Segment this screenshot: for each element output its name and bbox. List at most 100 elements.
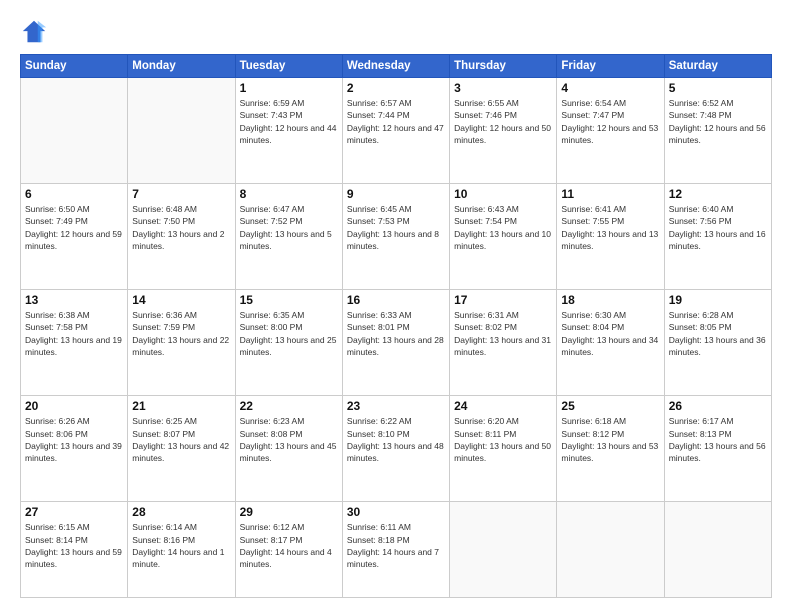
day-number: 23 — [347, 399, 445, 413]
sunset-text: Sunset: 8:04 PM — [561, 321, 659, 333]
day-info: Sunrise: 6:31 AMSunset: 8:02 PMDaylight:… — [454, 309, 552, 358]
calendar-day-cell — [557, 502, 664, 598]
day-info: Sunrise: 6:35 AMSunset: 8:00 PMDaylight:… — [240, 309, 338, 358]
calendar-table: SundayMondayTuesdayWednesdayThursdayFrid… — [20, 54, 772, 598]
calendar-day-cell: 18Sunrise: 6:30 AMSunset: 8:04 PMDayligh… — [557, 290, 664, 396]
calendar-day-cell: 23Sunrise: 6:22 AMSunset: 8:10 PMDayligh… — [342, 396, 449, 502]
calendar-day-cell — [450, 502, 557, 598]
calendar-day-cell: 20Sunrise: 6:26 AMSunset: 8:06 PMDayligh… — [21, 396, 128, 502]
sunset-text: Sunset: 8:00 PM — [240, 321, 338, 333]
daylight-text: Daylight: 12 hours and 47 minutes. — [347, 122, 445, 147]
calendar-header-saturday: Saturday — [664, 55, 771, 78]
calendar-day-cell: 30 Sunrise: 6:11 AMSunset: 8:18 PMDayligh… — [342, 502, 449, 598]
day-number: 18 — [561, 293, 659, 307]
sunset-text: Sunset: 8:05 PM — [669, 321, 767, 333]
day-info: Sunrise: 6:48 AMSunset: 7:50 PMDaylight:… — [132, 203, 230, 252]
calendar-day-cell: 29Sunrise: 6:12 AMSunset: 8:17 PMDayligh… — [235, 502, 342, 598]
sunset-text: Sunset: 7:43 PM — [240, 109, 338, 121]
daylight-text: Daylight: 13 hours and 53 minutes. — [561, 440, 659, 465]
daylight-text: Daylight: 13 hours and 22 minutes. — [132, 334, 230, 359]
day-info: Sunrise: 6:23 AMSunset: 8:08 PMDaylight:… — [240, 415, 338, 464]
day-info: Sunrise: 6:36 AMSunset: 7:59 PMDaylight:… — [132, 309, 230, 358]
day-info: Sunrise: 6:57 AMSunset: 7:44 PMDaylight:… — [347, 97, 445, 146]
day-info: Sunrise: 6:47 AMSunset: 7:52 PMDaylight:… — [240, 203, 338, 252]
calendar-header-thursday: Thursday — [450, 55, 557, 78]
calendar-day-cell — [128, 78, 235, 184]
sunset-text: Sunset: 7:52 PM — [240, 215, 338, 227]
sunset-text: Sunset: 8:06 PM — [25, 428, 123, 440]
daylight-text: Daylight: 13 hours and 5 minutes. — [240, 228, 338, 253]
sunset-text: Sunset: 7:58 PM — [25, 321, 123, 333]
sunset-text: Sunset: 8:01 PM — [347, 321, 445, 333]
sunset-text: Sunset: 7:59 PM — [132, 321, 230, 333]
calendar-day-cell: 14 Sunrise: 6:36 AMSunset: 7:59 PMDayligh… — [128, 290, 235, 396]
day-number: 21 — [132, 399, 230, 413]
sunset-text: Sunset: 7:50 PM — [132, 215, 230, 227]
daylight-text: Daylight: 13 hours and 25 minutes. — [240, 334, 338, 359]
sunrise-text: Sunrise: 6:30 AM — [561, 309, 659, 321]
sunrise-text: Sunrise: 6:26 AM — [25, 415, 123, 427]
day-number: 14 — [132, 293, 230, 307]
sunset-text: Sunset: 8:16 PM — [132, 534, 230, 546]
daylight-text: Daylight: 13 hours and 8 minutes. — [347, 228, 445, 253]
calendar-day-cell: 10 Sunrise: 6:43 AMSunset: 7:54 PMDayligh… — [450, 184, 557, 290]
daylight-text: Daylight: 12 hours and 50 minutes. — [454, 122, 552, 147]
daylight-text: Daylight: 13 hours and 13 minutes. — [561, 228, 659, 253]
calendar-day-cell: 27Sunrise: 6:15 AMSunset: 8:14 PMDayligh… — [21, 502, 128, 598]
day-number: 19 — [669, 293, 767, 307]
sunset-text: Sunset: 7:53 PM — [347, 215, 445, 227]
daylight-text: Daylight: 13 hours and 59 minutes. — [25, 546, 123, 571]
calendar-week-row: 6Sunrise: 6:50 AMSunset: 7:49 PMDaylight… — [21, 184, 772, 290]
day-number: 3 — [454, 81, 552, 95]
calendar-header-tuesday: Tuesday — [235, 55, 342, 78]
sunrise-text: Sunrise: 6:43 AM — [454, 203, 552, 215]
day-number: 25 — [561, 399, 659, 413]
day-number: 5 — [669, 81, 767, 95]
day-info: Sunrise: 6:11 AMSunset: 8:18 PMDaylight:… — [347, 521, 445, 570]
sunrise-text: Sunrise: 6:25 AM — [132, 415, 230, 427]
sunrise-text: Sunrise: 6:50 AM — [25, 203, 123, 215]
sunrise-text: Sunrise: 6:36 AM — [132, 309, 230, 321]
sunrise-text: Sunrise: 6:45 AM — [347, 203, 445, 215]
sunset-text: Sunset: 7:56 PM — [669, 215, 767, 227]
calendar-day-cell — [664, 502, 771, 598]
sunset-text: Sunset: 7:54 PM — [454, 215, 552, 227]
day-number: 10 — [454, 187, 552, 201]
day-number: 4 — [561, 81, 659, 95]
day-info: Sunrise: 6:54 AMSunset: 7:47 PMDaylight:… — [561, 97, 659, 146]
calendar-day-cell: 3 Sunrise: 6:55 AMSunset: 7:46 PMDaylight… — [450, 78, 557, 184]
calendar-day-cell — [21, 78, 128, 184]
day-number: 16 — [347, 293, 445, 307]
calendar-day-cell: 28Sunrise: 6:14 AMSunset: 8:16 PMDayligh… — [128, 502, 235, 598]
day-info: Sunrise: 6:52 AMSunset: 7:48 PMDaylight:… — [669, 97, 767, 146]
calendar-day-cell: 17 Sunrise: 6:31 AMSunset: 8:02 PMDayligh… — [450, 290, 557, 396]
sunset-text: Sunset: 8:10 PM — [347, 428, 445, 440]
page: SundayMondayTuesdayWednesdayThursdayFrid… — [0, 0, 792, 612]
sunset-text: Sunset: 7:47 PM — [561, 109, 659, 121]
sunset-text: Sunset: 7:55 PM — [561, 215, 659, 227]
sunrise-text: Sunrise: 6:35 AM — [240, 309, 338, 321]
day-info: Sunrise: 6:55 AMSunset: 7:46 PMDaylight:… — [454, 97, 552, 146]
sunrise-text: Sunrise: 6:22 AM — [347, 415, 445, 427]
sunset-text: Sunset: 7:49 PM — [25, 215, 123, 227]
day-info: Sunrise: 6:25 AMSunset: 8:07 PMDaylight:… — [132, 415, 230, 464]
sunrise-text: Sunrise: 6:14 AM — [132, 521, 230, 533]
calendar-header-friday: Friday — [557, 55, 664, 78]
daylight-text: Daylight: 13 hours and 50 minutes. — [454, 440, 552, 465]
sunrise-text: Sunrise: 6:59 AM — [240, 97, 338, 109]
calendar-day-cell: 6Sunrise: 6:50 AMSunset: 7:49 PMDaylight… — [21, 184, 128, 290]
sunset-text: Sunset: 8:12 PM — [561, 428, 659, 440]
daylight-text: Daylight: 13 hours and 36 minutes. — [669, 334, 767, 359]
day-number: 30 — [347, 505, 445, 519]
sunset-text: Sunset: 8:13 PM — [669, 428, 767, 440]
day-info: Sunrise: 6:43 AMSunset: 7:54 PMDaylight:… — [454, 203, 552, 252]
day-number: 20 — [25, 399, 123, 413]
sunrise-text: Sunrise: 6:47 AM — [240, 203, 338, 215]
sunrise-text: Sunrise: 6:40 AM — [669, 203, 767, 215]
calendar-header-row: SundayMondayTuesdayWednesdayThursdayFrid… — [21, 55, 772, 78]
calendar-day-cell: 13Sunrise: 6:38 AMSunset: 7:58 PMDayligh… — [21, 290, 128, 396]
sunset-text: Sunset: 8:14 PM — [25, 534, 123, 546]
calendar-day-cell: 16Sunrise: 6:33 AMSunset: 8:01 PMDayligh… — [342, 290, 449, 396]
day-number: 1 — [240, 81, 338, 95]
day-number: 17 — [454, 293, 552, 307]
